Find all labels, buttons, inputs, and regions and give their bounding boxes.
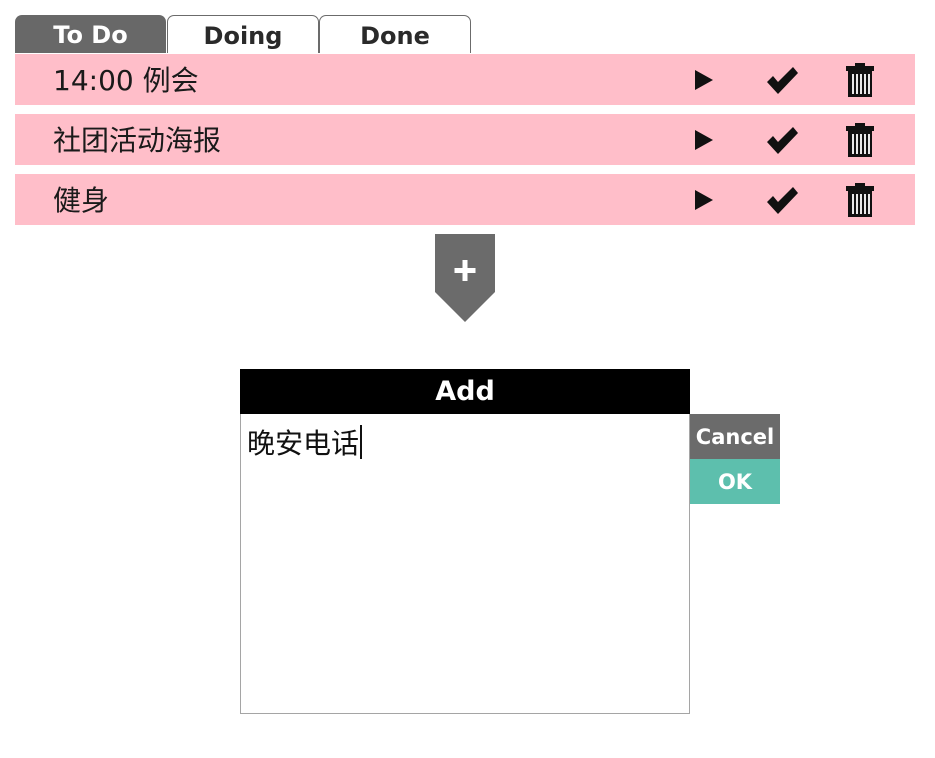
task-label: 社团活动海报: [53, 124, 222, 157]
trash-icon[interactable]: [842, 122, 878, 158]
trash-icon[interactable]: [842, 182, 878, 218]
task-text-input[interactable]: 晚安电话: [240, 414, 690, 714]
tab-done[interactable]: Done: [319, 15, 471, 53]
play-icon[interactable]: [686, 62, 722, 98]
add-toggle-button[interactable]: [435, 234, 495, 322]
check-icon[interactable]: [764, 122, 800, 158]
task-row: 健身: [15, 174, 915, 225]
trash-icon[interactable]: [842, 62, 878, 98]
task-row: 14:00 例会: [15, 54, 915, 105]
task-row: 社团活动海报: [15, 114, 915, 165]
check-icon[interactable]: [764, 62, 800, 98]
task-label: 14:00 例会: [53, 64, 199, 97]
tab-todo[interactable]: To Do: [15, 15, 166, 53]
check-icon[interactable]: [764, 182, 800, 218]
tab-doing[interactable]: Doing: [167, 15, 319, 53]
ok-button[interactable]: OK: [690, 459, 780, 504]
play-icon[interactable]: [686, 182, 722, 218]
cancel-button[interactable]: Cancel: [690, 414, 780, 459]
play-icon[interactable]: [686, 122, 722, 158]
text-caret: [360, 425, 362, 459]
dialog-title: Add: [240, 369, 690, 414]
task-label: 健身: [53, 184, 110, 217]
input-value: 晚安电话: [247, 427, 360, 460]
